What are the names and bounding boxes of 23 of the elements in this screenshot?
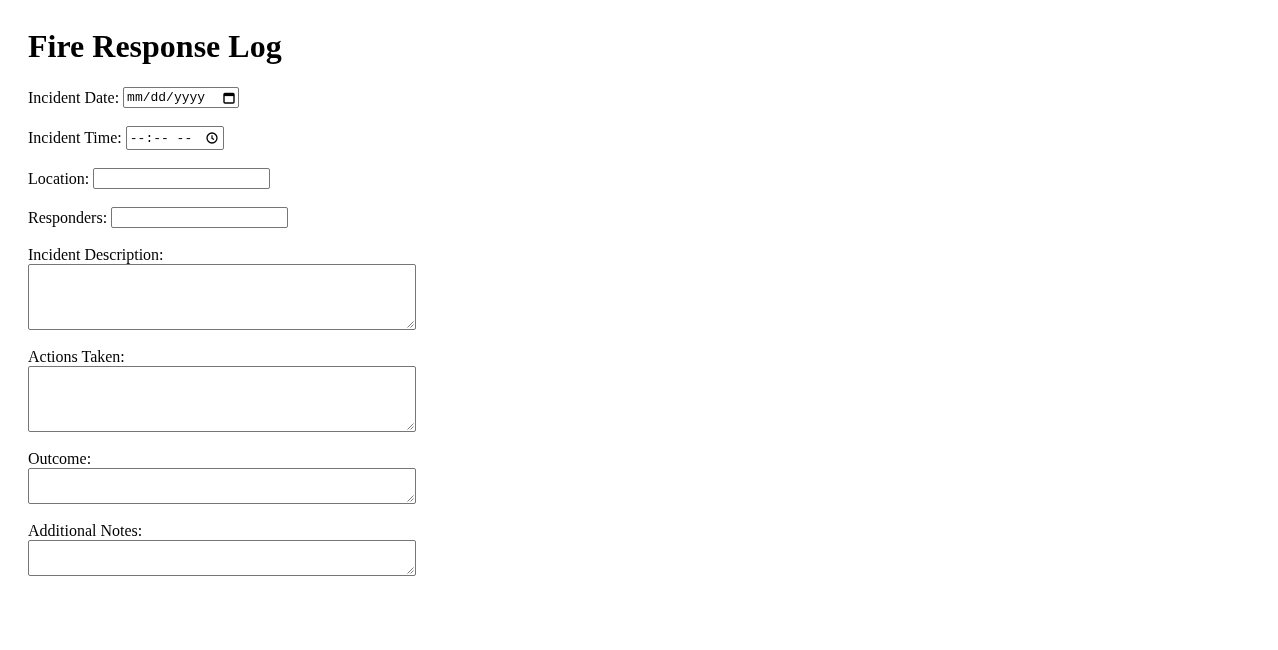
clock-icon [205, 132, 218, 144]
calendar-icon [223, 91, 236, 104]
field-label: Incident Date: [28, 88, 120, 107]
field-label: Responders: [28, 208, 108, 227]
resize-grip-icon [407, 495, 414, 502]
resize-grip-icon [407, 423, 414, 430]
resize-grip-icon [407, 567, 414, 574]
field-label: Incident Time: [28, 129, 122, 147]
textarea-field[interactable] [28, 468, 416, 504]
field-label: Actions Taken: [28, 348, 125, 366]
textarea-field[interactable] [28, 264, 416, 330]
field-label: Location: [28, 169, 90, 188]
field-label: Outcome: [28, 450, 92, 468]
text-field[interactable] [111, 207, 289, 228]
textarea-field[interactable] [28, 366, 416, 432]
resize-grip-icon [407, 321, 414, 328]
field-label: Additional Notes: [28, 522, 143, 540]
form-title: Fire Response Log [28, 28, 282, 65]
date-field[interactable]: mm/dd/yyyy [123, 87, 240, 108]
text-field[interactable] [93, 168, 271, 189]
time-field[interactable]: --:-- -- [125, 126, 224, 150]
field-label: Incident Description: [28, 246, 164, 264]
textarea-field[interactable] [28, 540, 416, 576]
